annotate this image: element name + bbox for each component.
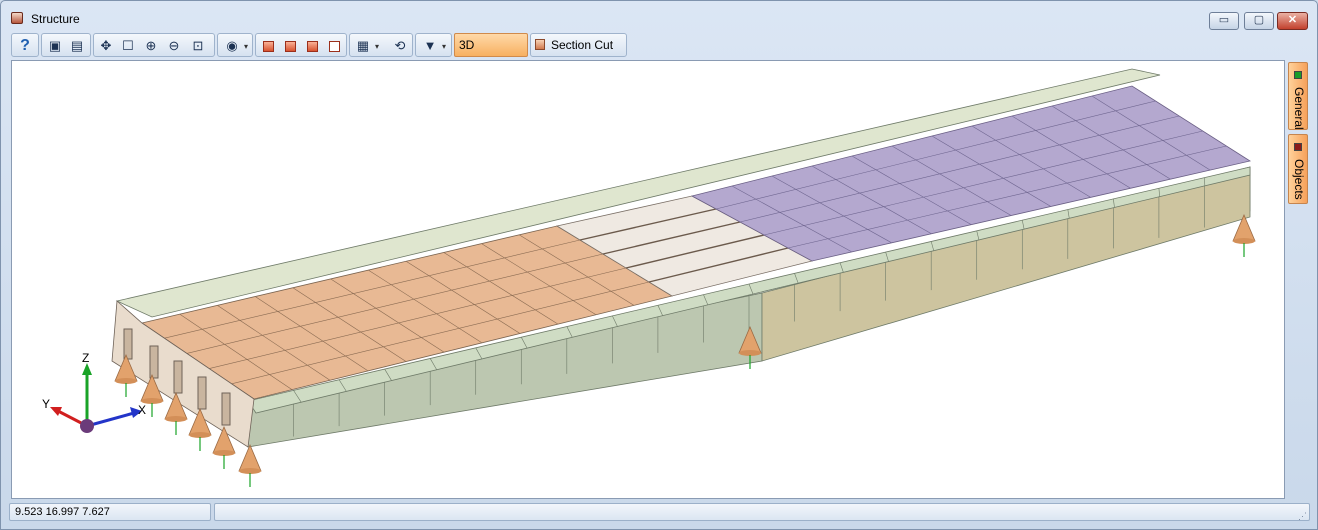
- view-group: ◉: [217, 33, 253, 57]
- tab-objects-label: Objects: [1292, 159, 1306, 200]
- view-top-icon[interactable]: [280, 36, 300, 55]
- section-cut-button[interactable]: Section Cut ▾: [530, 33, 627, 73]
- zoom-out-icon[interactable]: ⊖: [164, 36, 184, 55]
- view-eye-icon[interactable]: ◉: [222, 36, 248, 56]
- support-cone: [238, 443, 262, 472]
- tab-general[interactable]: General: [1288, 62, 1308, 130]
- general-indicator-icon: [1294, 71, 1302, 79]
- navigation-group: ✥ ☐ ⊕ ⊖ ⊡: [93, 33, 215, 57]
- window-title: Structure: [31, 12, 80, 26]
- bridge-model-svg: [50, 68, 1256, 487]
- x-axis-label: X: [138, 403, 147, 417]
- status-bar: 9.523 16.997 7.627: [9, 502, 1311, 522]
- tab-objects[interactable]: Objects: [1288, 134, 1308, 204]
- structure-app-icon: [11, 12, 23, 24]
- structure-window: Structure ▭ ▢ ✕ ? ▣ ▤ ✥ ☐ ⊕ ⊖ ⊡ ◉ ▦: [0, 0, 1318, 530]
- filter-group: ▼: [415, 33, 452, 57]
- status-secondary: [214, 503, 1310, 521]
- save-icon[interactable]: ▦: [353, 36, 379, 56]
- tab-general-label: General: [1292, 87, 1306, 130]
- maximize-button[interactable]: ▢: [1244, 12, 1274, 30]
- save-group: ▦ ⟲: [349, 33, 413, 57]
- objects-indicator-icon: [1294, 143, 1302, 151]
- resize-grip-icon[interactable]: ⋰: [1298, 511, 1308, 521]
- print-group: ▣ ▤: [41, 33, 91, 57]
- view-front-icon[interactable]: [258, 36, 278, 55]
- help-group: ?: [11, 33, 39, 57]
- toolbar: ? ▣ ▤ ✥ ☐ ⊕ ⊖ ⊡ ◉ ▦ ⟲ ▼ 3D Elements: [9, 32, 1309, 74]
- zoom-extents-icon[interactable]: ⊡: [188, 36, 208, 55]
- y-axis-label: Y: [42, 397, 51, 411]
- status-coordinates: 9.523 16.997 7.627: [9, 503, 211, 521]
- help-icon[interactable]: ?: [15, 36, 35, 55]
- 3d-elements-button[interactable]: 3D Elements: [454, 33, 528, 74]
- print-icon[interactable]: ▤: [67, 36, 87, 55]
- select-box-icon[interactable]: ☐: [118, 36, 138, 55]
- minimize-button[interactable]: ▭: [1209, 12, 1239, 30]
- z-axis-label: Z: [82, 351, 90, 365]
- view-iso-icon[interactable]: [324, 36, 344, 55]
- section-cut-label: Section Cut: [551, 38, 614, 52]
- 3d-viewport[interactable]: Z Y X: [11, 60, 1285, 499]
- print-preview-icon[interactable]: ▣: [45, 36, 65, 55]
- zoom-in-icon[interactable]: ⊕: [141, 36, 161, 55]
- section-cut-icon: [535, 39, 545, 50]
- close-button[interactable]: ✕: [1277, 12, 1308, 30]
- view-side-icon[interactable]: [302, 36, 322, 55]
- rotate-view-icon[interactable]: ⟲: [390, 36, 410, 55]
- view-cube-group: [255, 33, 347, 57]
- filter-icon[interactable]: ▼: [420, 36, 446, 56]
- pan-icon[interactable]: ✥: [96, 36, 116, 55]
- title-bar[interactable]: Structure ▭ ▢ ✕: [1, 1, 1317, 31]
